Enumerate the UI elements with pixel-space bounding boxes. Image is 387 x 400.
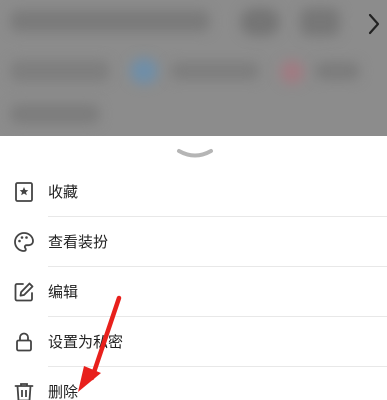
- lock-icon: [16, 332, 32, 352]
- menu-item-delete[interactable]: 删除: [0, 367, 387, 400]
- screen: 收藏 查看装扮 编辑 设置为私密 删除: [0, 0, 387, 400]
- menu-item-label: 收藏: [48, 183, 79, 201]
- sheet-handle-chevron-icon[interactable]: [175, 147, 215, 161]
- menu-item-label: 编辑: [48, 283, 79, 301]
- menu-item-set-private[interactable]: 设置为私密: [0, 317, 387, 367]
- menu-item-view-decoration[interactable]: 查看装扮: [0, 217, 387, 267]
- menu-item-label: 删除: [48, 383, 79, 400]
- menu-item-label: 设置为私密: [48, 333, 124, 351]
- menu-item-favorite[interactable]: 收藏: [0, 167, 387, 217]
- bookmark-star-icon: [15, 182, 33, 202]
- action-sheet: 收藏 查看装扮 编辑 设置为私密 删除: [0, 136, 387, 400]
- chevron-right-icon[interactable]: [367, 12, 381, 36]
- trash-icon: [14, 383, 34, 400]
- palette-icon: [14, 232, 34, 252]
- menu-item-label: 查看装扮: [48, 233, 109, 251]
- blurred-background[interactable]: [0, 0, 387, 136]
- menu-item-edit[interactable]: 编辑: [0, 267, 387, 317]
- action-menu: 收藏 查看装扮 编辑 设置为私密 删除: [0, 167, 387, 400]
- edit-icon: [14, 282, 34, 302]
